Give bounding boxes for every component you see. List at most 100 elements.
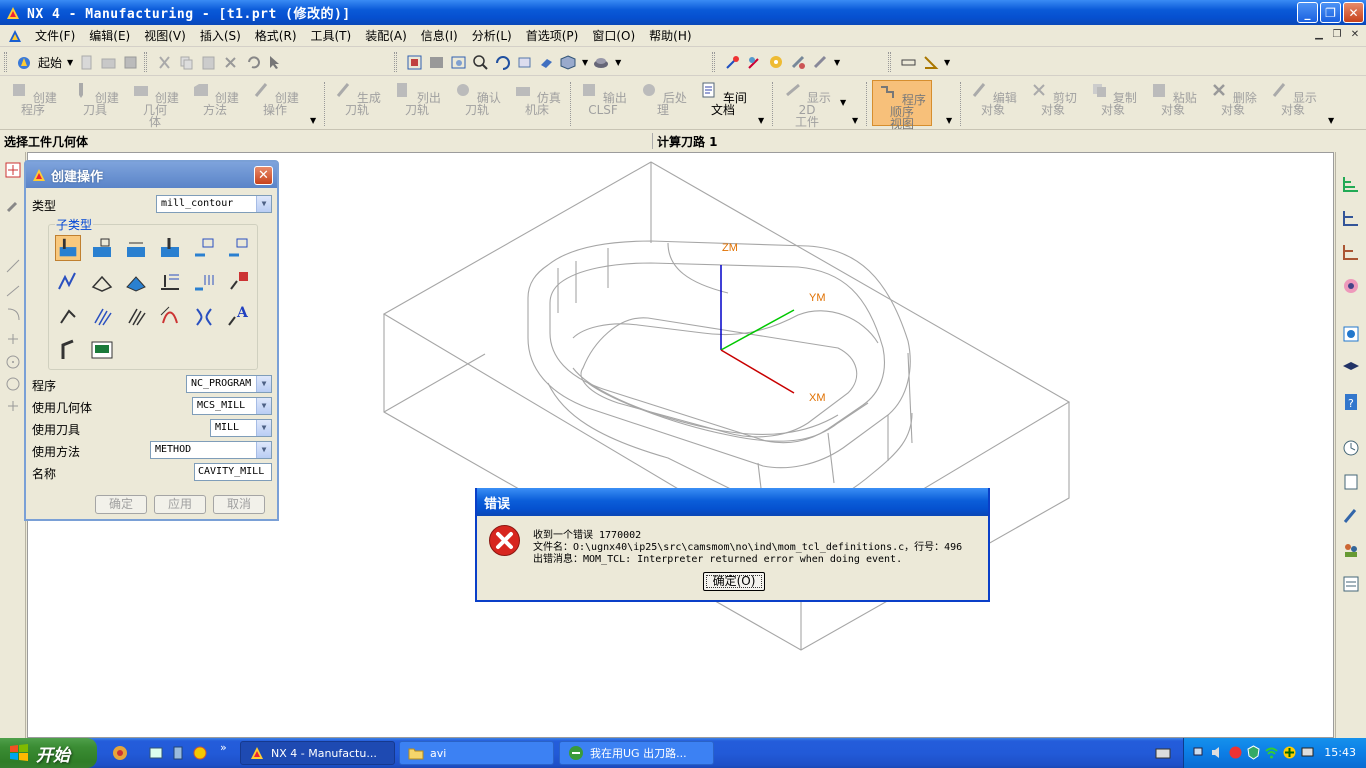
mdi-minimize-button[interactable]: ▁ — [1312, 29, 1326, 42]
mdi-restore-button[interactable]: ❐ — [1330, 29, 1344, 42]
chevron-down-icon[interactable]: ▼ — [256, 376, 271, 392]
contour-text-a-icon[interactable]: A — [225, 303, 251, 329]
qq-icon[interactable] — [192, 745, 208, 761]
taskbar-item-nx[interactable]: NX 4 - Manufactu... — [240, 741, 395, 765]
menu-preferences[interactable]: 首选项(P) — [519, 27, 586, 44]
volume-icon[interactable] — [1210, 745, 1225, 760]
mill-control-icon[interactable] — [89, 337, 115, 363]
rest-milling-icon[interactable] — [157, 235, 183, 261]
pan-icon[interactable] — [516, 54, 533, 71]
view-dropdown-icon[interactable]: ▼ — [946, 116, 952, 125]
dialog-close-button[interactable]: ✕ — [254, 166, 273, 185]
streamline-icon[interactable] — [157, 269, 183, 295]
fit-view-icon[interactable] — [406, 54, 423, 71]
chevron-down-icon[interactable]: ▼ — [256, 420, 271, 436]
create-program-button[interactable]: 创建程序 — [4, 79, 62, 127]
undo-icon[interactable] — [244, 54, 261, 71]
close-button[interactable]: ✕ — [1343, 2, 1364, 23]
orient-dropdown-icon[interactable]: ▼ — [582, 58, 588, 67]
restore-button[interactable]: ❐ — [1320, 2, 1341, 23]
create-dropdown-icon[interactable]: ▼ — [310, 116, 316, 125]
profile-3d-icon[interactable] — [191, 303, 217, 329]
zlevel-corner-icon[interactable] — [225, 235, 251, 261]
cavity-mill-icon[interactable] — [55, 235, 81, 261]
taskbar-item-avi[interactable]: avi — [399, 741, 554, 765]
edit-object-button[interactable]: 编辑对象 — [964, 79, 1022, 127]
flowcut-smooth-icon[interactable] — [157, 303, 183, 329]
display-2d-workpiece-button[interactable]: 显示 2D 工件 — [778, 79, 836, 128]
cancel-button[interactable]: 取消 — [213, 495, 265, 514]
menu-assemblies[interactable]: 装配(A) — [358, 27, 414, 44]
wrench-icon[interactable] — [5, 198, 21, 214]
selection-tool-icon[interactable] — [724, 54, 741, 71]
program-order-view-button[interactable]: 程序顺序 视图 — [872, 80, 932, 130]
start-menu-button[interactable]: 起始 — [38, 54, 62, 71]
output-clsf-button[interactable]: 输出 CLSF — [574, 79, 632, 127]
contour-surface-area-icon[interactable] — [123, 269, 149, 295]
simulate-machine-button[interactable]: 仿真机床 — [508, 79, 566, 127]
quicklaunch-more-icon[interactable]: » — [220, 741, 236, 757]
menu-format[interactable]: 格式(R) — [248, 27, 304, 44]
display-2d-dropdown-icon[interactable]: ▼ — [840, 98, 846, 107]
delete-icon[interactable] — [222, 54, 239, 71]
monitor-icon[interactable] — [1300, 745, 1315, 760]
ok-button[interactable]: 确定 — [95, 495, 147, 514]
create-method-button[interactable]: 创建方法 — [186, 79, 244, 127]
line-icon[interactable] — [5, 258, 21, 274]
help-icon[interactable]: ? — [1341, 392, 1361, 412]
postprocess-button[interactable]: 后处理 — [634, 79, 692, 127]
zlevel-profile-icon[interactable] — [191, 235, 217, 261]
contour-text-icon[interactable] — [191, 269, 217, 295]
corner-rough-icon[interactable] — [123, 235, 149, 261]
menu-insert[interactable]: 插入(S) — [193, 27, 248, 44]
measure-distance-icon[interactable] — [900, 54, 917, 71]
copy-icon[interactable] — [178, 54, 195, 71]
measure-dropdown-icon[interactable]: ▼ — [944, 58, 950, 67]
zoom-window-icon[interactable] — [428, 54, 445, 71]
utility-dropdown-icon[interactable]: ▼ — [834, 58, 840, 67]
selection-filter-icon[interactable] — [266, 54, 283, 71]
contour-area-icon[interactable] — [89, 269, 115, 295]
name-input[interactable]: CAVITY_MILL — [194, 463, 272, 481]
generate-toolpath-button[interactable]: 生成刀轨 — [328, 79, 386, 127]
menu-information[interactable]: 信息(I) — [414, 27, 465, 44]
object-dropdown-icon[interactable]: ▼ — [1328, 116, 1334, 125]
create-operation-button[interactable]: 创建操作 — [246, 79, 304, 127]
method-select[interactable]: METHOD ▼ — [150, 441, 272, 459]
render-dropdown-icon[interactable]: ▼ — [615, 58, 621, 67]
menu-window[interactable]: 窗口(O) — [585, 27, 642, 44]
create-tool-button[interactable]: 创建刀具 — [66, 79, 124, 127]
cut-icon[interactable] — [156, 54, 173, 71]
flowcut-ref-tool-icon[interactable] — [225, 269, 251, 295]
program-select[interactable]: NC_PROGRAM ▼ — [186, 375, 272, 393]
output-dropdown-icon[interactable]: ▼ — [758, 116, 764, 125]
media-player-icon[interactable] — [170, 745, 186, 761]
selection-toolbar-icon[interactable] — [5, 162, 21, 178]
rotate-icon[interactable] — [494, 54, 511, 71]
apply-button[interactable]: 应用 — [154, 495, 206, 514]
paste-icon[interactable] — [200, 54, 217, 71]
roles-icon[interactable] — [1341, 540, 1361, 560]
open-file-icon[interactable] — [100, 54, 117, 71]
chevron-down-icon[interactable]: ▼ — [256, 398, 271, 414]
fixed-contour-icon[interactable] — [55, 269, 81, 295]
security-center-icon[interactable] — [1228, 745, 1243, 760]
edit-tool-icon[interactable] — [746, 54, 763, 71]
zoom-in-out-icon[interactable] — [472, 54, 489, 71]
menu-help[interactable]: 帮助(H) — [642, 27, 698, 44]
geometry-select[interactable]: MCS_MILL ▼ — [192, 397, 272, 415]
flowcut-ref-icon[interactable] — [123, 303, 149, 329]
new-file-icon[interactable] — [78, 54, 95, 71]
point-icon[interactable] — [5, 330, 21, 346]
cut-object-button[interactable]: 剪切对象 — [1024, 79, 1082, 127]
taskbar-item-browser[interactable]: 我在用UG 出刀路... — [559, 741, 714, 765]
error-dialog-titlebar[interactable]: 错误 — [477, 488, 988, 516]
mill-user-icon[interactable] — [55, 337, 81, 363]
system-visualization-icon[interactable] — [1341, 574, 1361, 594]
mdi-close-button[interactable]: ✕ — [1348, 29, 1362, 42]
show-desktop-icon[interactable] — [148, 745, 164, 761]
zoom-icon[interactable] — [450, 54, 467, 71]
wifi-icon[interactable] — [1264, 745, 1279, 760]
minimize-button[interactable]: _ — [1297, 2, 1318, 23]
delete-object-button[interactable]: 删除对象 — [1204, 79, 1262, 127]
